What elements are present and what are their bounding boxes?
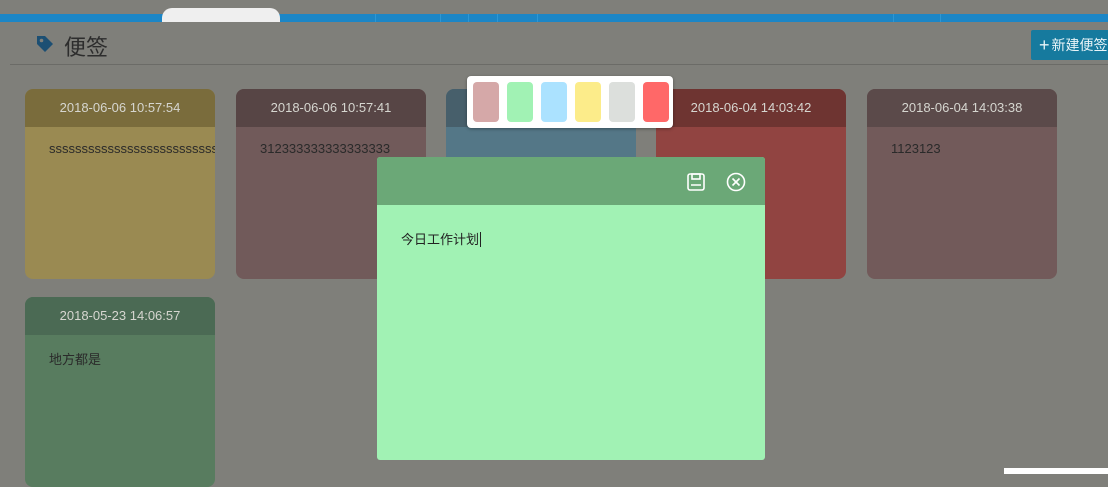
color-palette [467,76,673,128]
nav-divider [893,14,894,22]
color-swatch-yellow[interactable] [575,82,601,122]
nav-divider [468,14,469,22]
nav-divider [940,14,941,22]
note-content: 1123123 [891,141,941,156]
color-swatch-green[interactable] [507,82,533,122]
note-content: 地方都是 [49,352,102,367]
note-content [446,127,636,155]
nav-divider [497,14,498,22]
nav-divider [375,14,376,22]
note-timestamp: 2018-06-06 10:57:54 [25,89,215,127]
new-note-label: 新建便签 [1051,37,1108,53]
text-caret [480,232,482,247]
note-card[interactable]: 2018-05-23 14:06:57 地方都是 [25,297,215,487]
page-title: 便签 [64,35,109,60]
note-timestamp: 2018-06-06 10:57:41 [236,89,426,127]
note-timestamp: 2018-06-04 14:03:42 [656,89,846,127]
nav-divider [537,14,538,22]
color-swatch-pink[interactable] [473,82,499,122]
note-timestamp: 2018-06-04 14:03:38 [867,89,1057,127]
page-header: 便签 + 新建便签 [10,22,1108,65]
note-card[interactable]: 2018-06-04 14:03:38 1123123 [867,89,1057,279]
tag-icon [37,36,53,52]
note-card[interactable]: 2018-06-06 10:57:54 ssssssssssssssssssss… [25,89,215,279]
color-swatch-red[interactable] [643,82,669,122]
active-top-tab[interactable] [162,8,280,22]
color-swatch-gray[interactable] [609,82,635,122]
color-swatch-blue[interactable] [541,82,567,122]
editor-header [377,157,765,205]
note-content: ssssssssssssssssssssssssss [49,141,215,156]
save-icon[interactable] [685,171,707,193]
editor-textarea[interactable]: 今日工作计划 [401,229,482,248]
new-note-button[interactable]: + 新建便签 [1031,30,1108,60]
note-timestamp: 2018-05-23 14:06:57 [25,297,215,335]
nav-divider [440,14,441,22]
note-editor: 今日工作计划 [377,157,765,460]
plus-icon: + [1039,35,1050,55]
editor-content: 今日工作计划 [401,232,480,247]
note-content [656,127,846,155]
close-circle-icon[interactable] [725,171,747,193]
page-bottom-edge [1004,468,1108,474]
